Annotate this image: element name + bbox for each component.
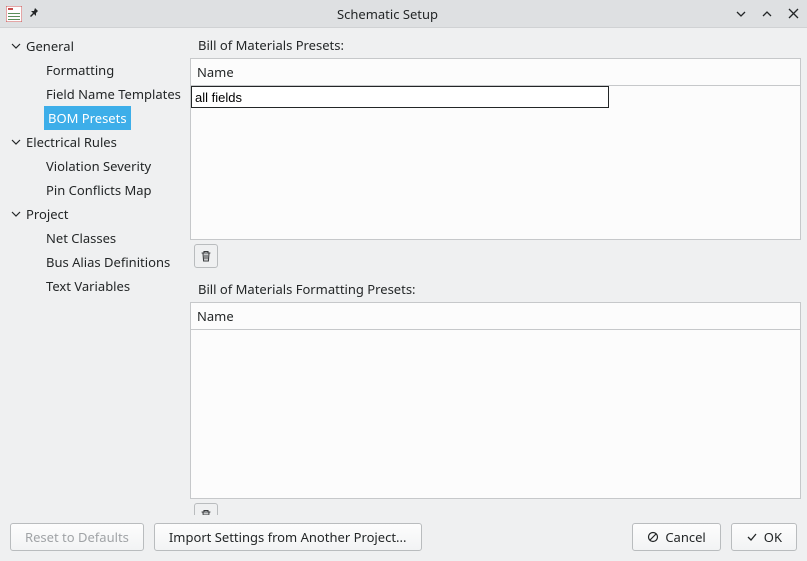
bom-fmt-presets-table[interactable] (190, 329, 801, 499)
tree-section-general: General Formatting Field Name Templates … (0, 34, 190, 130)
tree-item-violation-severity[interactable]: Violation Severity (0, 154, 190, 178)
tree-item-formatting[interactable]: Formatting (0, 58, 190, 82)
content: General Formatting Field Name Templates … (0, 28, 807, 515)
window-title: Schematic Setup (48, 5, 727, 23)
tree-header-electrical-rules[interactable]: Electrical Rules (0, 130, 190, 154)
bom-presets-section: Bill of Materials Presets: Name (190, 28, 801, 272)
cancel-icon (647, 531, 659, 543)
tree-item-field-name-templates[interactable]: Field Name Templates (0, 82, 190, 106)
tree-item-net-classes[interactable]: Net Classes (0, 226, 190, 250)
tree-section-project: Project Net Classes Bus Alias Definition… (0, 202, 190, 298)
maximize-button[interactable] (759, 6, 775, 22)
import-settings-button[interactable]: Import Settings from Another Project... (154, 523, 422, 551)
bom-presets-label: Bill of Materials Presets: (190, 28, 801, 58)
reset-defaults-button[interactable]: Reset to Defaults (10, 523, 144, 551)
tree-item-pin-conflicts-map[interactable]: Pin Conflicts Map (0, 178, 190, 202)
delete-fmt-preset-button[interactable] (194, 503, 218, 515)
check-icon (746, 531, 758, 543)
trash-icon (199, 508, 213, 515)
main-panel: Bill of Materials Presets: Name Bill of … (190, 28, 807, 515)
tree-section-electrical-rules: Electrical Rules Violation Severity Pin … (0, 130, 190, 202)
tree-label: Electrical Rules (26, 133, 117, 151)
cancel-button[interactable]: Cancel (632, 523, 720, 551)
sidebar: General Formatting Field Name Templates … (0, 28, 190, 515)
tree-header-general[interactable]: General (0, 34, 190, 58)
trash-icon (199, 249, 213, 263)
tree-item-bom-presets[interactable]: BOM Presets (44, 106, 131, 130)
bom-presets-table[interactable] (190, 85, 801, 240)
button-label: Cancel (665, 528, 705, 546)
preset-name-input[interactable] (191, 86, 609, 108)
bottom-bar: Reset to Defaults Import Settings from A… (0, 515, 807, 561)
titlebar: Schematic Setup (0, 0, 807, 28)
bom-presets-column-name[interactable]: Name (190, 58, 801, 85)
button-label: OK (764, 528, 782, 546)
chevron-down-icon (10, 136, 22, 148)
minimize-button[interactable] (733, 6, 749, 22)
app-icon (6, 6, 22, 22)
chevron-down-icon (10, 40, 22, 52)
tree-item-bus-alias-definitions[interactable]: Bus Alias Definitions (0, 250, 190, 274)
pin-icon[interactable] (28, 7, 42, 21)
bom-fmt-presets-column-name[interactable]: Name (190, 302, 801, 329)
tree-item-text-variables[interactable]: Text Variables (0, 274, 190, 298)
button-label: Reset to Defaults (25, 528, 129, 546)
button-label: Import Settings from Another Project... (169, 528, 407, 546)
ok-button[interactable]: OK (731, 523, 797, 551)
bom-fmt-presets-label: Bill of Materials Formatting Presets: (190, 272, 801, 302)
tree-label: Project (26, 205, 68, 223)
tree-header-project[interactable]: Project (0, 202, 190, 226)
delete-preset-button[interactable] (194, 244, 218, 268)
chevron-down-icon (10, 208, 22, 220)
close-button[interactable] (785, 6, 801, 22)
tree-label: General (26, 37, 74, 55)
bom-fmt-presets-section: Bill of Materials Formatting Presets: Na… (190, 272, 801, 515)
